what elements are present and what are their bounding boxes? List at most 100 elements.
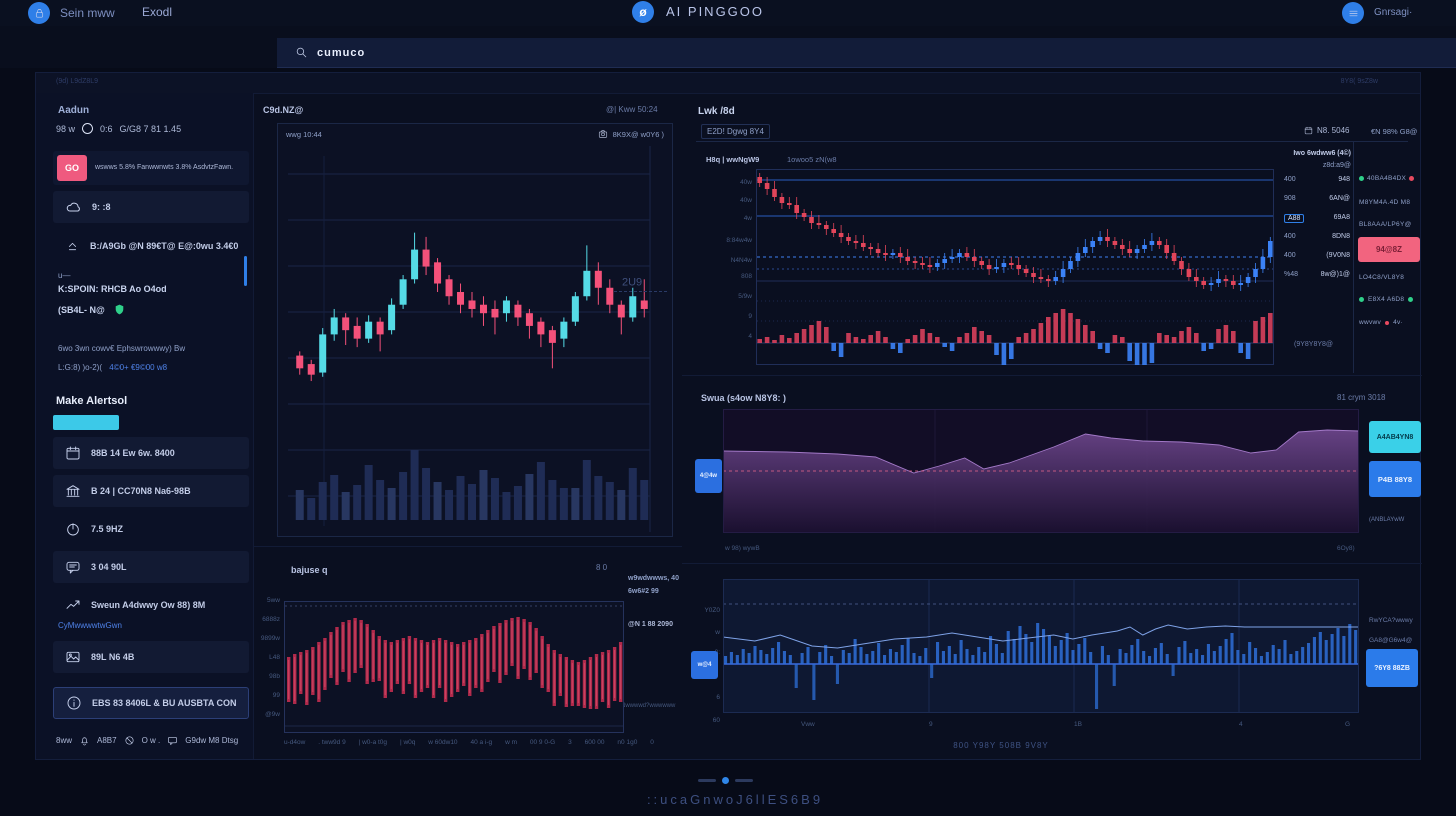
trend-icon [65, 597, 81, 613]
flow-chart[interactable] [723, 579, 1359, 713]
lock-icon [34, 8, 45, 19]
action-row-5[interactable]: E8X4 A6D8 [1359, 296, 1413, 303]
power-icon [65, 521, 81, 537]
sidebar-section-label: Aadun [58, 105, 89, 116]
sell-button[interactable]: 94@8Z [1358, 237, 1420, 262]
candlestick-chart[interactable]: 2U9 [284, 146, 668, 532]
sidebar-item[interactable]: 7.5 9HZ [53, 513, 249, 545]
sidebar-tiny-label: u— [58, 271, 70, 280]
book-row[interactable]: 9086AN@ [1284, 195, 1350, 202]
note-part-b[interactable]: 4©0+ €9©00 w8 [109, 363, 167, 372]
camera-icon[interactable] [598, 129, 608, 139]
chat-icon [65, 559, 81, 575]
alerts-progress-bar[interactable] [53, 415, 119, 430]
page-dash[interactable] [698, 779, 716, 782]
flow-x-axis: Vww91B4G [723, 721, 1359, 733]
search-icon [295, 46, 308, 59]
osc-side-1: w9wdwwws, 40 [628, 575, 679, 582]
bank-icon [65, 483, 81, 499]
sidebar-item[interactable]: B 24 | CC70N8 Na6-98B [53, 475, 249, 507]
pagination[interactable] [698, 777, 753, 784]
area-button-2[interactable]: P4B 88Y8 [1369, 461, 1421, 497]
page-dash[interactable] [735, 779, 753, 782]
sidebar-item-label: 7.5 9HZ [91, 524, 123, 534]
area-badge[interactable]: 4@4w [695, 459, 722, 493]
sidebar-item[interactable]: 3 04 90L [53, 551, 249, 583]
book-row[interactable]: %488w@)1@ [1284, 271, 1350, 278]
flow-side-1: RwYCA?wwwy [1369, 617, 1413, 624]
flow-button[interactable]: ?6Y8 88ZB [1366, 649, 1418, 687]
green-dot-icon [1359, 176, 1364, 181]
area-button-1[interactable]: A4AB4YN8 [1369, 421, 1421, 453]
action-row-3[interactable]: BL8AAA/LP6Y@ [1359, 221, 1411, 228]
page-dot-active[interactable] [722, 777, 729, 784]
sidebar-footer: 8ww A8B7 O w . G9dw M8 Dtsg [56, 735, 246, 746]
sidebar-item-label: B:/A9Gb @N 89€T@ E@:0wu 3.4€0 [90, 241, 238, 251]
sidebar-item-balance[interactable]: B:/A9Gb @N 89€T@ E@:0wu 3.4€0 [53, 227, 249, 265]
brand-title: AI PINGGOO [666, 4, 764, 19]
action-label: E8X4 A6D8 [1368, 296, 1404, 303]
action-row-1[interactable]: 40BA4B4DX [1359, 175, 1421, 182]
account-line-2: (SB4L- N@ [58, 303, 126, 316]
message-icon[interactable] [167, 735, 178, 746]
area-bottom-right: 6Oy8) [1337, 545, 1355, 552]
y-tick: 40w [740, 197, 752, 204]
action-row-4[interactable]: LO4C8/VL8Y8 [1359, 274, 1404, 281]
book-price: A88 [1284, 214, 1304, 223]
bell-icon[interactable] [79, 735, 90, 746]
sidebar-item[interactable]: 89L N6 4B [53, 641, 249, 673]
nav-item-2[interactable]: Exodl [142, 5, 172, 19]
sidebar-item[interactable]: EBS 83 8406L & BU AUSBTA CON [53, 687, 249, 719]
stat-b: 0:6 [100, 124, 113, 134]
market-title: Lwk /8d [698, 106, 735, 117]
book-row[interactable]: 400948 [1284, 176, 1350, 183]
action-row-6[interactable]: wwvwv 4v· [1359, 319, 1403, 326]
sidebar-item[interactable]: 88B 14 Ew 6w. 8400 [53, 437, 249, 469]
action-row-2[interactable]: M8YM4A.4D M8 [1359, 199, 1410, 206]
osc-side-2: 6w6#2 99 [628, 588, 659, 595]
footer-item-b[interactable]: A8B7 [97, 736, 117, 745]
candle-chart-meta: 8K9X@ w0Y6 ) [613, 130, 664, 139]
promo-banner[interactable]: GO wswws 5.8% Fanwwnwts 3.8% AsdvtzFawn. [53, 151, 249, 185]
sidebar-link[interactable]: CyMwwwwtwGwn [58, 621, 122, 630]
flow-badge[interactable]: w@4 [691, 651, 718, 679]
osc-panel-meta[interactable]: 8 0 [596, 563, 607, 572]
block-icon[interactable] [124, 735, 135, 746]
book-row[interactable]: 400(9V0N8 [1284, 252, 1350, 259]
y-tick: 808 [741, 273, 752, 280]
book-size: 6AN@ [1329, 195, 1350, 202]
sidebar-item-time[interactable]: 9: :8 [53, 191, 249, 223]
footer-item-d[interactable]: G9dw M8 Dtsg [185, 736, 238, 745]
market-chart[interactable] [756, 169, 1274, 365]
book-row[interactable]: 400 8DN8 [1284, 233, 1350, 240]
sidebar: Aadun 98 w 0:6 G/G8 7 81 1.45 GO wswws 5… [36, 93, 254, 759]
settings-icon[interactable] [1342, 2, 1364, 24]
oscillator-chart[interactable] [285, 602, 623, 732]
topbar-right-label[interactable]: Gnrsagi· [1374, 7, 1412, 18]
y-tick: w [715, 629, 720, 636]
app-icon[interactable] [28, 2, 50, 24]
x-tick: n0 1g0 [617, 739, 637, 746]
book-price: 400 [1284, 176, 1296, 183]
market-chart-label-1: H8q | wwNgW9 [706, 155, 759, 164]
nav-item-1[interactable]: Sein mww [60, 6, 115, 20]
y-tick: 5ww [267, 597, 280, 604]
area-chart[interactable] [723, 409, 1359, 533]
green-dot-icon [1408, 297, 1413, 302]
market-subtitle-tab[interactable]: E2D! Dgwg 8Y4 [701, 124, 770, 139]
x-tick: 4 [1239, 721, 1243, 728]
x-tick: | w0-a t0g [359, 739, 387, 746]
stat-c: G/G8 7 81 1.45 [120, 124, 182, 134]
sidebar-item[interactable]: Sweun A4dwwy Ow 88) 8M [53, 589, 249, 621]
divider [1353, 141, 1354, 373]
x-tick: . tww9d 9 [318, 739, 345, 746]
footer-item-a[interactable]: 8ww [56, 736, 72, 745]
footer-item-c[interactable]: O w . [142, 736, 161, 745]
search-value: cumuco [317, 47, 365, 59]
search-input[interactable]: cumuco [277, 38, 1456, 68]
book-footer: (9Y8Y8Y8@ [1294, 341, 1333, 348]
sidebar-scrollbar[interactable] [244, 256, 247, 286]
book-row[interactable]: A8869A8 [1284, 214, 1350, 223]
book-size: 8DN8 [1332, 233, 1350, 240]
book-price: 400 [1284, 233, 1296, 240]
